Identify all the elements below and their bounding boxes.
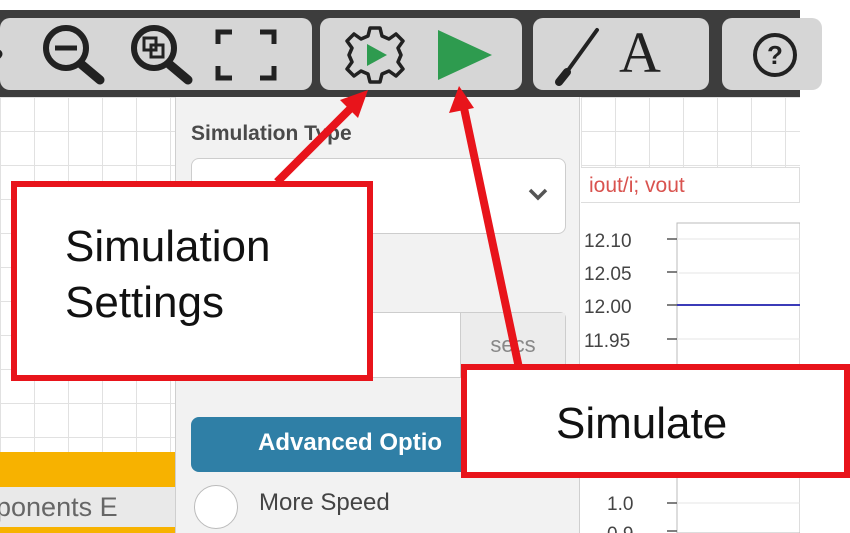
callout-settings-line1: Simulation (65, 222, 271, 271)
simulation-settings-callout: Simulation Settings (11, 181, 373, 381)
simulate-callout: Simulate (461, 364, 850, 478)
callout-settings-line2: Settings (65, 278, 224, 327)
callout-simulate-text: Simulate (556, 399, 728, 448)
